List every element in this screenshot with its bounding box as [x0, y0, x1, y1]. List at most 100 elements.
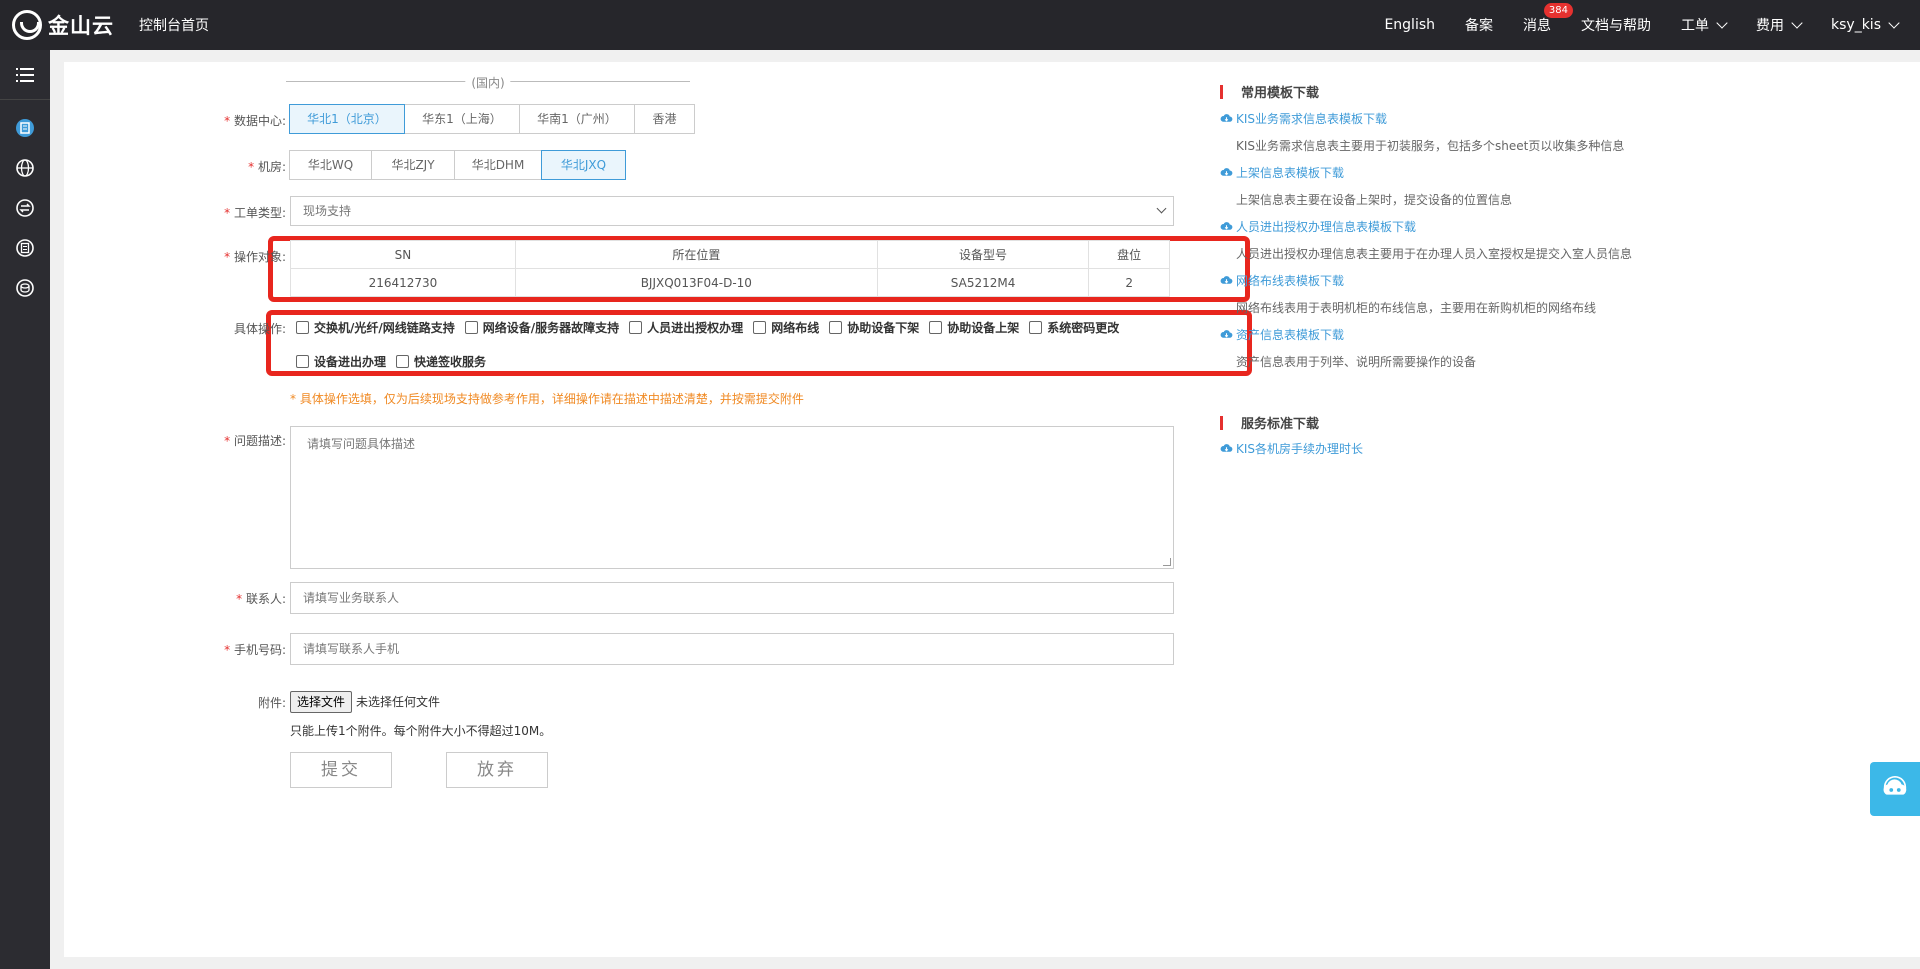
top-nav: English 备案 消息 384 文档与帮助 工单 费用 ksy_kis	[1354, 0, 1900, 50]
checkbox-box[interactable]	[1029, 320, 1043, 334]
ticket-type-select[interactable]: 现场支持	[290, 196, 1174, 226]
table-cell: 2	[1088, 268, 1170, 297]
left-sidebar	[0, 50, 50, 969]
description-label: * 问题描述:	[224, 434, 286, 448]
cloud-db-icon	[16, 279, 34, 297]
globe-icon	[16, 159, 34, 177]
datacenter-option-2[interactable]: 华东1（上海）	[404, 104, 520, 134]
logo-text: 金山云	[48, 14, 114, 38]
phone-label: * 手机号码:	[224, 643, 286, 657]
checkbox-box[interactable]	[296, 354, 309, 368]
template-link-1[interactable]: KIS业务需求信息表模板下载	[1220, 110, 1387, 127]
resize-handle-icon[interactable]	[1163, 558, 1171, 566]
table-header-cell: 盘位	[1088, 240, 1170, 269]
table-header-cell: 设备型号	[876, 240, 1090, 269]
cloud-download-icon	[1220, 444, 1233, 452]
checkbox-fault-support[interactable]: 网络设备/服务器故障支持	[464, 310, 619, 344]
datacenter-group-title: (国内)	[286, 74, 690, 91]
checkbox-box[interactable]	[753, 320, 767, 334]
choose-file-button[interactable]: 选择文件	[290, 691, 353, 713]
sidebar-item-tickets[interactable]	[0, 108, 50, 148]
checkbox-box[interactable]	[929, 320, 943, 334]
exchange-icon	[16, 199, 34, 217]
cloud-download-icon	[1220, 330, 1233, 338]
target-table: SN 所在位置 设备型号 盘位 216412730 BJJXQ013F04-D-…	[290, 240, 1170, 297]
template-link-5[interactable]: 资产信息表模板下载	[1220, 326, 1344, 343]
datacenter-option-4[interactable]: 香港	[634, 104, 695, 134]
template-desc-4: 网络布线表用于表明机柜的布线信息，主要用在新购机柜的网络布线	[1236, 301, 1597, 315]
sidebar-item-exchange[interactable]	[0, 188, 50, 228]
templates-section-title: 常用模板下载	[1220, 82, 1319, 101]
attachment-label: 附件:	[257, 696, 286, 710]
top-bar: 金山云 控制台首页 English 备案 消息 384 文档与帮助 工单 费用 …	[0, 0, 1920, 50]
sidebar-item-cloud-db[interactable]	[0, 268, 50, 308]
template-desc-2: 上架信息表主要在设备上架时，提交设备的位置信息	[1236, 193, 1513, 207]
checkbox-box[interactable]	[464, 320, 478, 334]
upload-note: 只能上传1个附件。每个附件大小不得超过10M。	[290, 724, 552, 738]
nav-messages[interactable]: 消息 384	[1523, 3, 1574, 35]
cloud-download-icon	[1220, 168, 1233, 176]
table-header-cell: SN	[290, 240, 516, 269]
template-desc-1: KIS业务需求信息表主要用于初装服务，包括多个sheet页以收集多种信息	[1236, 139, 1625, 153]
checkbox-box[interactable]	[296, 320, 309, 334]
room-option-1[interactable]: 华北WQ	[289, 150, 372, 180]
datacenter-options: 华北1（北京） 华东1（上海） 华南1（广州） 香港	[289, 104, 695, 134]
table-header-cell: 所在位置	[514, 240, 878, 269]
row-buttons: 提交 放弃	[290, 752, 548, 788]
room-label: * 机房:	[248, 160, 286, 174]
template-link-4[interactable]: 网络布线表模板下载	[1220, 272, 1344, 289]
standards-section-title: 服务标准下载	[1220, 413, 1319, 432]
room-option-2[interactable]: 华北ZJY	[371, 150, 455, 180]
checkbox-box[interactable]	[396, 354, 410, 368]
contact-input[interactable]: 请填写业务联系人	[290, 582, 1174, 614]
chevron-down-icon	[1888, 16, 1900, 29]
table-cell: 216412730	[290, 268, 516, 297]
console-home-link[interactable]: 控制台首页	[139, 15, 209, 35]
table-cell: BJJXQ013F04-D-10	[514, 268, 878, 297]
description-placeholder: 请填写问题具体描述	[307, 437, 416, 451]
nav-english[interactable]: English	[1384, 17, 1435, 33]
customer-service-button[interactable]	[1870, 762, 1920, 816]
sidebar-item-network[interactable]	[0, 148, 50, 188]
description-textarea[interactable]: 请填写问题具体描述	[290, 426, 1174, 569]
sidebar-menu-toggle[interactable]	[0, 50, 50, 100]
target-label: * 操作对象:	[224, 250, 286, 264]
nav-billing[interactable]: 费用	[1756, 15, 1803, 35]
checkbox-access-auth[interactable]: 人员进出授权办理	[629, 310, 743, 344]
room-option-3[interactable]: 华北DHM	[454, 150, 542, 180]
logo[interactable]: 金山云	[12, 10, 114, 40]
template-link-3[interactable]: 人员进出授权办理信息表模板下载	[1220, 218, 1416, 235]
standards-link-1[interactable]: KIS各机房手续办理时长	[1220, 440, 1363, 457]
checkbox-rack[interactable]: 协助设备上架	[929, 310, 1019, 344]
checkbox-box[interactable]	[829, 320, 843, 334]
chevron-down-icon	[1156, 203, 1167, 214]
row-attachment: 附件: 选择文件 未选择任何文件	[204, 691, 440, 713]
nav-beian[interactable]: 备案	[1465, 15, 1493, 35]
checkbox-link-support[interactable]: 交换机/光纤/网线链路支持	[296, 310, 455, 344]
row-description: * 问题描述: 请填写问题具体描述	[204, 426, 1174, 569]
discard-button[interactable]: 放弃	[446, 752, 548, 788]
submit-button[interactable]: 提交	[290, 752, 392, 788]
checkbox-unrack[interactable]: 协助设备下架	[829, 310, 919, 344]
row-phone: * 手机号码: 请填写联系人手机	[204, 633, 1174, 665]
table-row[interactable]: 216412730 BJJXQ013F04-D-10 SA5212M4 2	[290, 268, 1170, 297]
checkbox-cabling[interactable]: 网络布线	[753, 310, 819, 344]
checkbox-password-change[interactable]: 系统密码更改	[1029, 310, 1119, 344]
nav-tickets[interactable]: 工单	[1681, 15, 1728, 35]
nav-docs[interactable]: 文档与帮助	[1581, 15, 1651, 35]
checkbox-device-inout[interactable]: 设备进出办理	[296, 344, 386, 378]
nav-tickets-label: 工单	[1681, 18, 1710, 34]
checkbox-box[interactable]	[629, 320, 643, 334]
checkbox-courier[interactable]: 快递签收服务	[396, 344, 486, 378]
datacenter-option-3[interactable]: 华南1（广州）	[519, 104, 635, 134]
table-cell: SA5212M4	[876, 268, 1090, 297]
datacenter-option-1[interactable]: 华北1（北京）	[289, 104, 405, 134]
row-operations: 具体操作: 交换机/光纤/网线链路支持 网络设备/服务器故障支持 人员进出授权办…	[204, 310, 1176, 378]
sidebar-item-report[interactable]	[0, 228, 50, 268]
main-panel: (国内) * 数据中心: 华北1（北京） 华东1（上海） 华南1（广州） 香港 …	[64, 62, 1920, 957]
template-link-2[interactable]: 上架信息表模板下载	[1220, 164, 1344, 181]
nav-user[interactable]: ksy_kis	[1831, 16, 1900, 33]
phone-input[interactable]: 请填写联系人手机	[290, 633, 1174, 665]
room-option-4[interactable]: 华北JXQ	[541, 150, 626, 180]
list-icon	[16, 67, 34, 82]
